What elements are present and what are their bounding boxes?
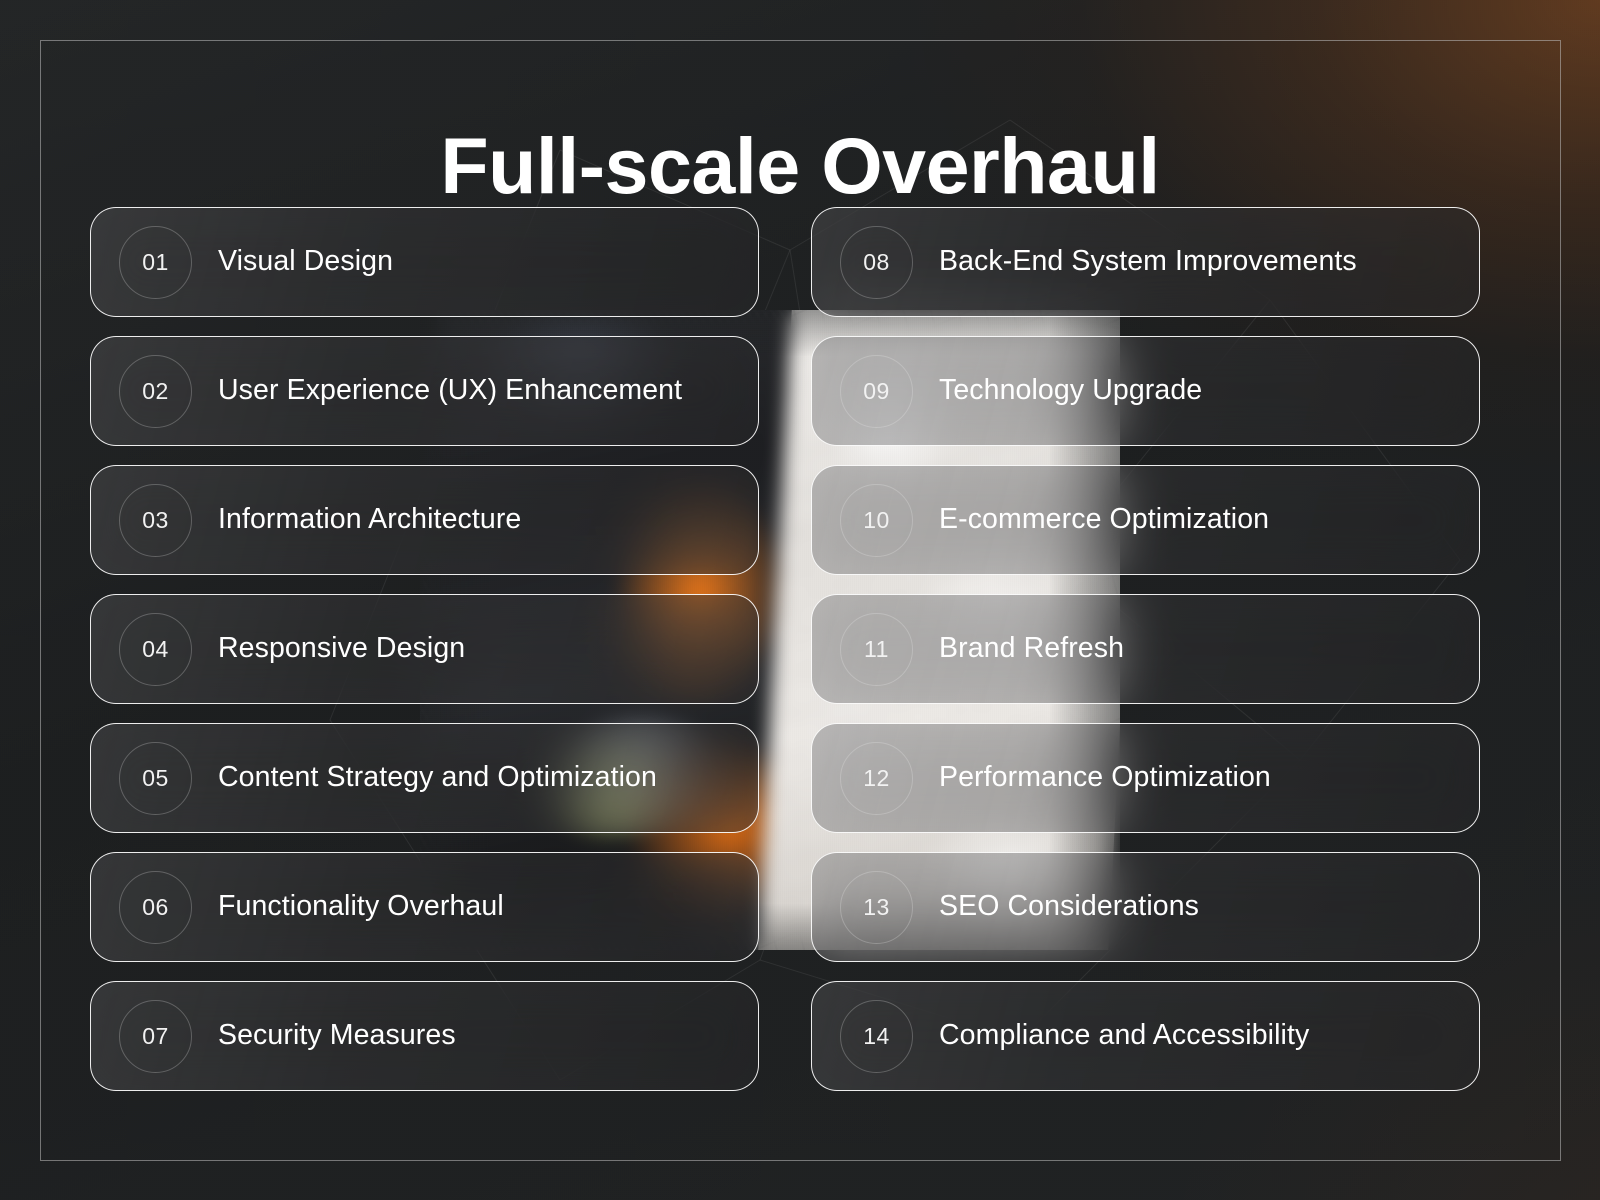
list-item[interactable]: 08 Back-End System Improvements (811, 207, 1480, 317)
item-label: Information Architecture (218, 503, 522, 536)
item-number-badge: 08 (840, 225, 913, 299)
item-label: Back-End System Improvements (939, 245, 1357, 278)
list-item[interactable]: 14 Compliance and Accessibility (811, 981, 1480, 1091)
item-label: Content Strategy and Optimization (218, 761, 657, 794)
item-number-badge: 01 (119, 225, 192, 299)
infographic-slide: Full-scale Overhaul 01 Visual Design 02 … (0, 0, 1600, 1200)
list-item[interactable]: 07 Security Measures (90, 981, 759, 1091)
item-label: Security Measures (218, 1019, 456, 1052)
item-number-badge: 02 (119, 354, 192, 428)
item-label: Responsive Design (218, 632, 466, 665)
list-item[interactable]: 02 User Experience (UX) Enhancement (90, 336, 759, 446)
item-label: Visual Design (218, 245, 394, 278)
list-item[interactable]: 05 Content Strategy and Optimization (90, 723, 759, 833)
item-number-badge: 06 (119, 870, 192, 944)
item-label: SEO Considerations (939, 890, 1200, 923)
checklist-columns: 01 Visual Design 02 User Experience (UX)… (90, 207, 1490, 1091)
item-label: Technology Upgrade (939, 374, 1203, 407)
left-column: 01 Visual Design 02 User Experience (UX)… (90, 207, 759, 1091)
list-item[interactable]: 13 SEO Considerations (811, 852, 1480, 962)
item-number-badge: 12 (840, 741, 913, 815)
right-column: 08 Back-End System Improvements 09 Techn… (811, 207, 1480, 1091)
item-label: Brand Refresh (939, 632, 1125, 665)
item-number-badge: 03 (119, 483, 192, 557)
item-number-badge: 10 (840, 483, 913, 557)
item-number-badge: 09 (840, 354, 913, 428)
item-label: Compliance and Accessibility (939, 1019, 1310, 1052)
list-item[interactable]: 04 Responsive Design (90, 594, 759, 704)
item-label: Performance Optimization (939, 761, 1271, 794)
item-number-badge: 13 (840, 870, 913, 944)
list-item[interactable]: 12 Performance Optimization (811, 723, 1480, 833)
list-item[interactable]: 09 Technology Upgrade (811, 336, 1480, 446)
list-item[interactable]: 01 Visual Design (90, 207, 759, 317)
item-label: User Experience (UX) Enhancement (218, 374, 683, 407)
list-item[interactable]: 06 Functionality Overhaul (90, 852, 759, 962)
list-item[interactable]: 03 Information Architecture (90, 465, 759, 575)
item-number-badge: 04 (119, 612, 192, 686)
item-label: E-commerce Optimization (939, 503, 1270, 536)
item-number-badge: 14 (840, 999, 913, 1073)
item-number-badge: 11 (840, 612, 913, 686)
list-item[interactable]: 10 E-commerce Optimization (811, 465, 1480, 575)
item-number-badge: 05 (119, 741, 192, 815)
item-number-badge: 07 (119, 999, 192, 1073)
list-item[interactable]: 11 Brand Refresh (811, 594, 1480, 704)
item-label: Functionality Overhaul (218, 890, 504, 923)
page-title: Full-scale Overhaul (440, 120, 1160, 210)
